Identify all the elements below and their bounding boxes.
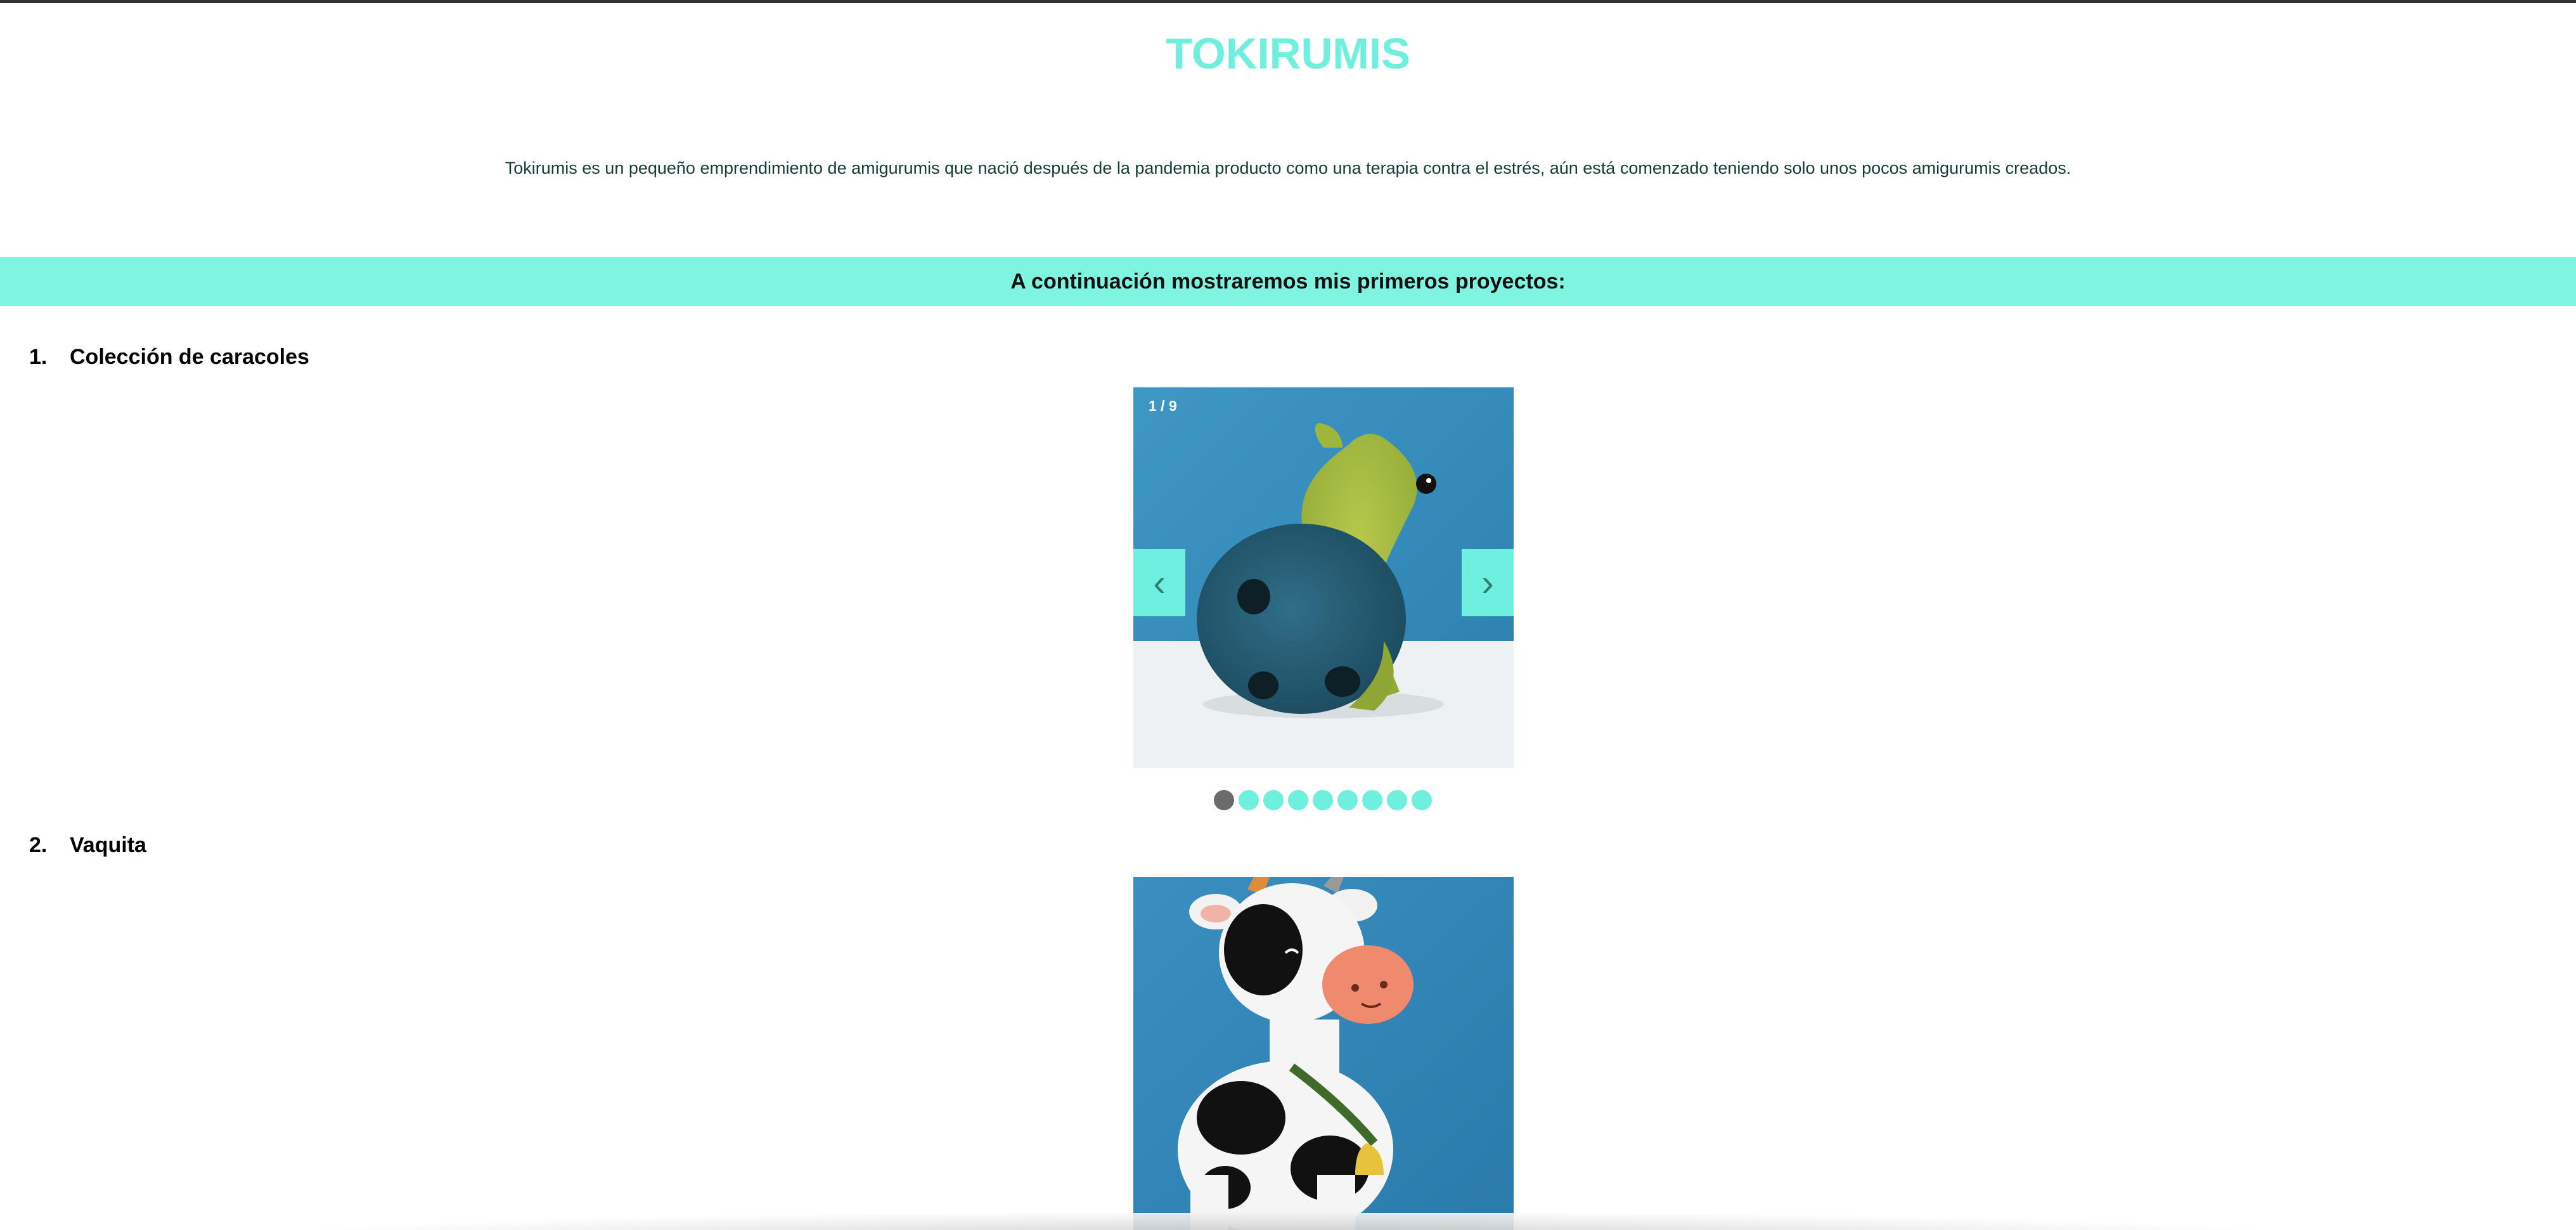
project-number: 1. (29, 345, 48, 369)
carousel-dot[interactable] (1239, 790, 1259, 810)
chevron-left-icon: ‹ (1153, 562, 1166, 604)
crochet-cow-photo (1133, 877, 1514, 1230)
carousel-dot[interactable] (1263, 790, 1284, 810)
carousel-next-button[interactable]: › (1462, 549, 1514, 616)
crochet-snail-photo (1133, 387, 1514, 768)
snail-carousel[interactable]: 1 / 9 ‹ › (1133, 387, 1514, 768)
slide-counter: 1 / 9 (1149, 398, 1177, 414)
project-heading-1: 1. Colección de caracoles (29, 344, 309, 370)
intro-text: Tokirumis es un pequeño emprendimiento d… (505, 159, 2071, 178)
projects-banner: A continuación mostraremos mis primeros … (0, 257, 2576, 306)
project-title: Vaquita (70, 833, 146, 857)
carousel-dots (1214, 790, 1432, 810)
carousel-dot[interactable] (1288, 790, 1308, 810)
carousel-dot[interactable] (1387, 790, 1407, 810)
carousel-dot[interactable] (1214, 790, 1234, 810)
cow-carousel[interactable] (1133, 877, 1514, 1230)
chevron-right-icon: › (1481, 562, 1494, 604)
project-title: Colección de caracoles (70, 345, 309, 369)
project-number: 2. (29, 833, 48, 857)
banner-text: A continuación mostraremos mis primeros … (1010, 269, 1566, 294)
carousel-dot[interactable] (1362, 790, 1382, 810)
carousel-dot[interactable] (1313, 790, 1333, 810)
carousel-dot[interactable] (1337, 790, 1358, 810)
carousel-prev-button[interactable]: ‹ (1133, 549, 1185, 616)
project-heading-2: 2. Vaquita (29, 832, 146, 858)
carousel-dot[interactable] (1412, 790, 1432, 810)
site-title: TOKIRUMIS (1166, 29, 1410, 78)
page: TOKIRUMIS Tokirumis es un pequeño empren… (0, 0, 2576, 1230)
